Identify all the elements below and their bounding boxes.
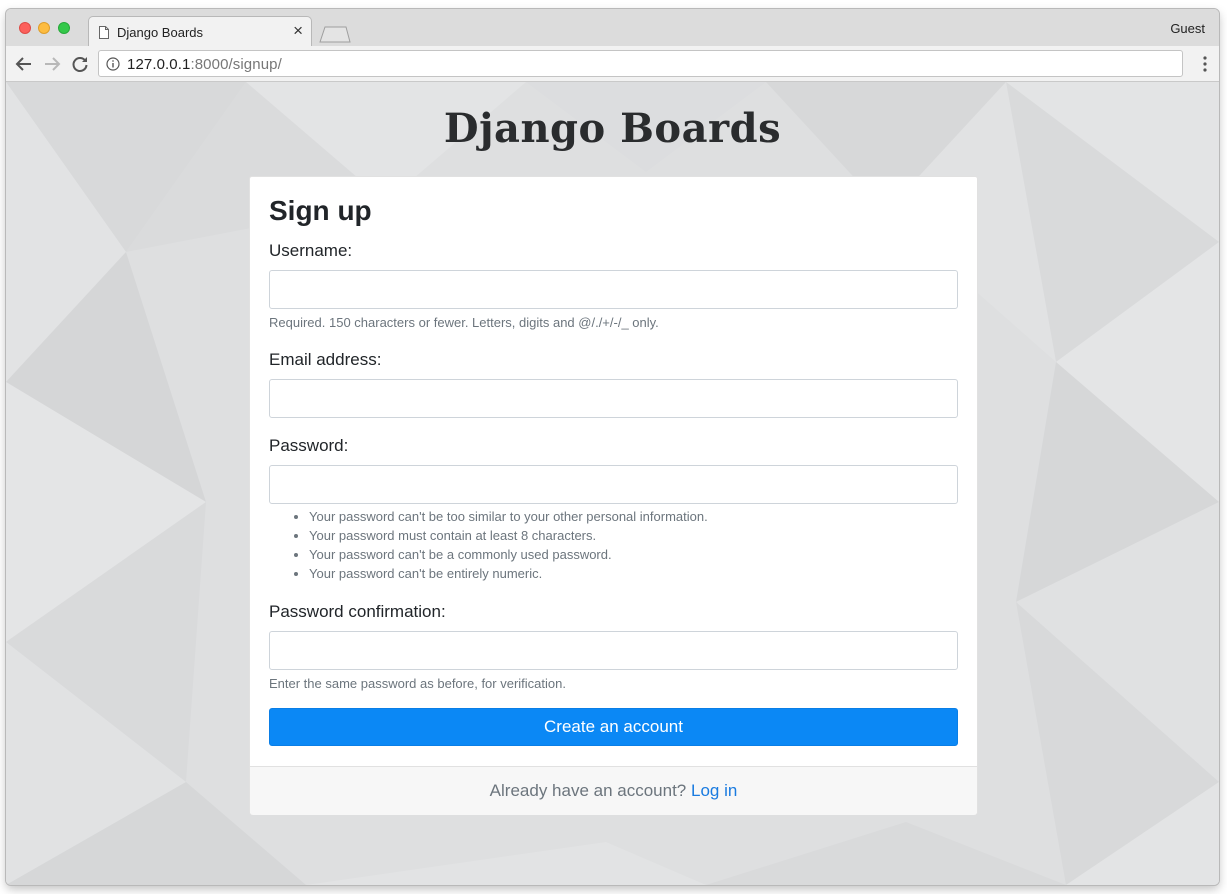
minimize-window-button[interactable] <box>38 22 50 34</box>
url-host: 127.0.0.1 <box>127 56 191 73</box>
close-window-button[interactable] <box>19 22 31 34</box>
password-help-item: Your password can't be too similar to yo… <box>309 507 708 526</box>
info-icon[interactable] <box>106 57 120 71</box>
url-path: :8000/signup/ <box>190 56 282 73</box>
username-label: Username: <box>269 241 353 260</box>
browser-toolbar: 127.0.0.1:8000/signup/ <box>6 46 1219 82</box>
browser-window: Django Boards × Guest 127.0.0.1:8000/sig… <box>6 9 1219 885</box>
password-help-list: Your password can't be too similar to yo… <box>309 507 708 583</box>
card-footer: Already have an account? Log in <box>250 766 977 815</box>
email-input[interactable] <box>269 379 958 418</box>
new-tab-button[interactable] <box>319 26 351 43</box>
password-label: Password: <box>269 436 349 455</box>
create-account-button[interactable]: Create an account <box>269 708 958 746</box>
username-help-text: Required. 150 characters or fewer. Lette… <box>269 315 659 330</box>
password-help-item: Your password can't be entirely numeric. <box>309 564 708 583</box>
password-confirmation-label: Password confirmation: <box>269 602 446 621</box>
login-link[interactable]: Log in <box>691 781 737 800</box>
zoom-window-button[interactable] <box>58 22 70 34</box>
password-help-item: Your password can't be a commonly used p… <box>309 545 708 564</box>
profile-button[interactable]: Guest <box>1170 21 1205 36</box>
email-label: Email address: <box>269 350 382 369</box>
address-bar[interactable]: 127.0.0.1:8000/signup/ <box>98 50 1183 77</box>
tab-title: Django Boards <box>117 25 203 40</box>
password-input[interactable] <box>269 465 958 504</box>
url-text: 127.0.0.1:8000/signup/ <box>127 56 282 73</box>
tab-strip: Django Boards × Guest <box>6 9 1219 46</box>
footer-text: Already have an account? <box>489 781 687 800</box>
close-icon[interactable]: × <box>293 21 303 40</box>
signup-card: Sign up Username: Required. 150 characte… <box>249 176 978 815</box>
arrow-left-icon[interactable] <box>14 54 34 74</box>
password-confirmation-help-text: Enter the same password as before, for v… <box>269 676 566 691</box>
arrow-right-icon[interactable] <box>42 54 62 74</box>
tab-django-boards[interactable]: Django Boards × <box>88 16 312 46</box>
password-help-item: Your password must contain at least 8 ch… <box>309 526 708 545</box>
page-title: Sign up <box>269 195 372 226</box>
kebab-menu-icon[interactable] <box>1197 55 1213 73</box>
reload-icon[interactable] <box>70 54 90 74</box>
brand-logo[interactable]: Django Boards <box>6 105 1219 152</box>
username-input[interactable] <box>269 270 958 309</box>
document-icon <box>99 26 109 39</box>
page-viewport: Django Boards Sign up Username: Required… <box>6 82 1219 885</box>
password-confirmation-input[interactable] <box>269 631 958 670</box>
